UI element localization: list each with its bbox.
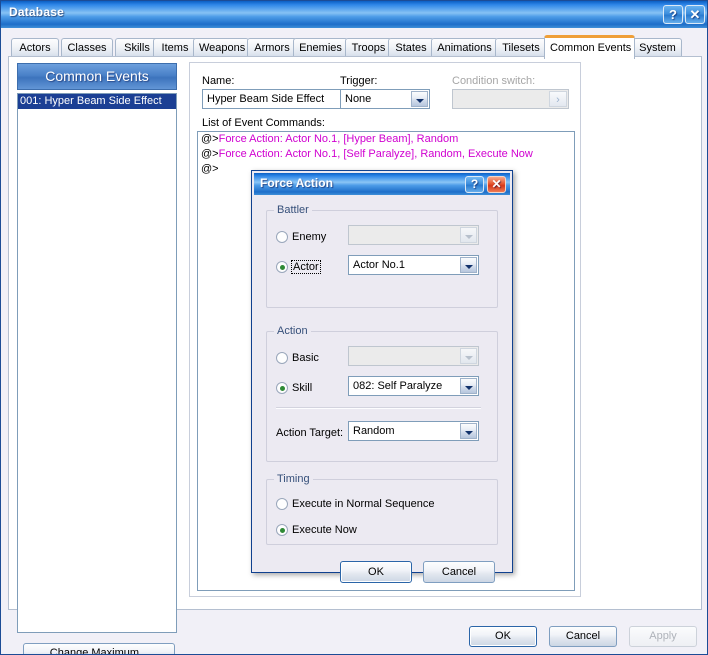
list-item[interactable]: 001: Hyper Beam Side Effect: [18, 94, 176, 109]
database-window: Database ? ✕ Actors Classes Skills Items…: [0, 0, 708, 655]
list-item[interactable]: @>Force Action: Actor No.1, [Hyper Beam]…: [198, 132, 574, 147]
tab-animations[interactable]: Animations: [431, 38, 498, 57]
tab-system[interactable]: System: [633, 38, 682, 57]
command-prefix: @>: [201, 133, 219, 145]
timing-group-label: Timing: [274, 473, 313, 485]
dialog-body: Battler Enemy Actor Actor No.1 Action Ba…: [254, 195, 510, 583]
command-prefix: @>: [201, 148, 219, 160]
dialog-title: Force Action: [260, 176, 333, 190]
skill-combo-value: 082: Self Paralyze: [353, 380, 443, 392]
trigger-combobox[interactable]: None: [340, 89, 430, 109]
tab-actors[interactable]: Actors: [11, 38, 59, 57]
chevron-down-icon: [460, 227, 477, 243]
battler-group-label: Battler: [274, 204, 312, 216]
dialog-close-icon[interactable]: ✕: [487, 176, 506, 193]
common-events-listbox[interactable]: 001: Hyper Beam Side Effect: [17, 93, 177, 633]
trigger-value: None: [345, 93, 372, 105]
actor-combobox[interactable]: Actor No.1: [348, 255, 479, 275]
radio-execute-now-label: Execute Now: [292, 524, 357, 536]
window-titlebar: Database ? ✕: [1, 1, 707, 28]
dialog-cancel-button[interactable]: Cancel: [423, 561, 495, 583]
close-icon[interactable]: ✕: [685, 5, 705, 24]
tab-classes[interactable]: Classes: [61, 38, 113, 57]
radio-actor[interactable]: Actor: [276, 260, 321, 274]
tab-troops[interactable]: Troops: [345, 38, 392, 57]
chevron-down-icon: [460, 348, 477, 364]
chevron-down-icon[interactable]: [460, 378, 477, 394]
command-prefix: @>: [201, 163, 219, 175]
force-action-dialog: Force Action ? ✕ Battler Enemy Actor Act…: [251, 170, 513, 583]
tab-enemies[interactable]: Enemies: [293, 38, 348, 57]
tab-states[interactable]: States: [388, 38, 434, 57]
radio-skill-label: Skill: [292, 382, 313, 394]
skill-combobox[interactable]: 082: Self Paralyze: [348, 376, 479, 396]
action-target-label: Action Target:: [276, 427, 344, 439]
tab-armors[interactable]: Armors: [247, 38, 297, 57]
dialog-ok-button[interactable]: OK: [340, 561, 412, 583]
tab-strip: Actors Classes Skills Items Weapons Armo…: [8, 35, 702, 59]
action-target-combobox[interactable]: Random: [348, 421, 479, 441]
basic-combobox: [348, 346, 479, 366]
dialog-help-icon[interactable]: ?: [465, 176, 484, 193]
actor-combo-value: Actor No.1: [353, 259, 405, 271]
list-item[interactable]: @>Force Action: Actor No.1, [Self Paraly…: [198, 147, 574, 162]
radio-execute-normal-sequence[interactable]: Execute in Normal Sequence: [276, 498, 434, 511]
command-text: Force Action: Actor No.1, [Self Paralyze…: [218, 148, 533, 160]
ok-button[interactable]: OK: [469, 626, 537, 647]
window-title: Database: [9, 5, 64, 19]
chevron-down-icon[interactable]: [460, 423, 477, 439]
apply-button: Apply: [629, 626, 697, 647]
action-divider: [276, 407, 481, 409]
condition-switch-label: Condition switch:: [452, 75, 536, 87]
action-group-label: Action: [274, 325, 311, 337]
radio-execute-normal-sequence-label: Execute in Normal Sequence: [292, 498, 435, 510]
radio-execute-now[interactable]: Execute Now: [276, 524, 357, 537]
trigger-label: Trigger:: [340, 75, 378, 87]
radio-basic[interactable]: Basic: [276, 352, 319, 365]
tab-items[interactable]: Items: [153, 38, 197, 57]
commands-label: List of Event Commands:: [202, 117, 325, 129]
condition-switch-field: ›: [452, 89, 569, 109]
common-events-list-header: Common Events: [17, 63, 177, 90]
radio-enemy[interactable]: Enemy: [276, 231, 326, 244]
tab-tilesets[interactable]: Tilesets: [495, 38, 547, 57]
radio-basic-label: Basic: [292, 352, 319, 364]
name-input[interactable]: Hyper Beam Side Effect: [202, 89, 348, 109]
radio-actor-label: Actor: [291, 260, 321, 274]
tab-common-events[interactable]: Common Events: [544, 35, 635, 59]
radio-skill[interactable]: Skill: [276, 382, 312, 395]
help-icon[interactable]: ?: [663, 5, 683, 24]
tab-weapons[interactable]: Weapons: [193, 38, 249, 57]
condition-switch-go-icon: ›: [549, 91, 567, 107]
chevron-down-icon[interactable]: [460, 257, 477, 273]
radio-enemy-label: Enemy: [292, 231, 327, 243]
enemy-combobox: [348, 225, 479, 245]
chevron-down-icon[interactable]: [411, 91, 428, 107]
change-maximum-button[interactable]: Change Maximum...: [23, 643, 175, 654]
cancel-button[interactable]: Cancel: [549, 626, 617, 647]
action-target-value: Random: [353, 425, 395, 437]
dialog-titlebar: Force Action ? ✕: [254, 173, 510, 195]
command-text: Force Action: Actor No.1, [Hyper Beam], …: [218, 133, 459, 145]
name-label: Name:: [202, 75, 235, 87]
